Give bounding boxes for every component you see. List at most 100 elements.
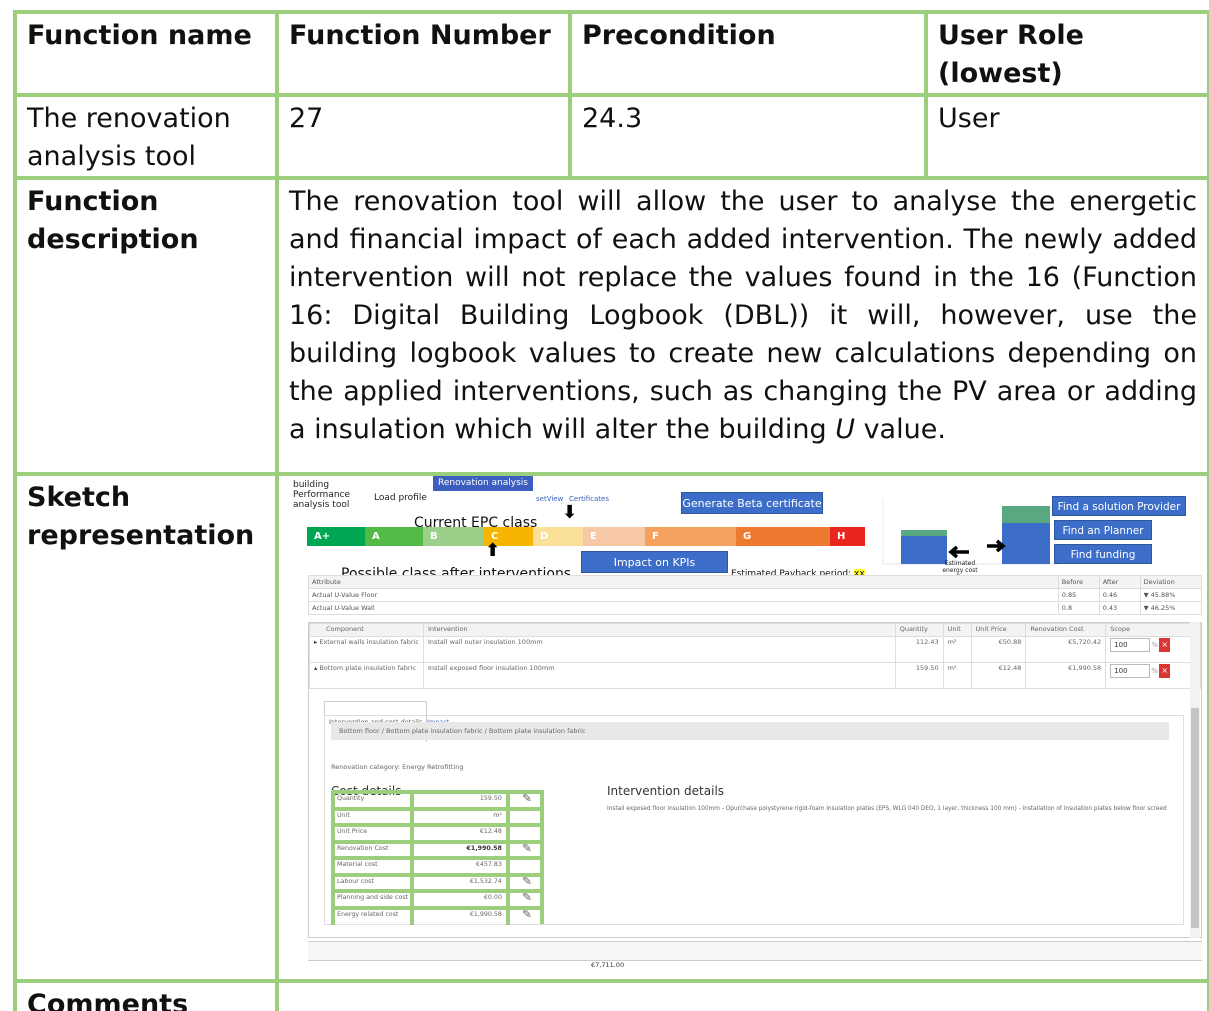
pencil-icon[interactable]: ✎ (505, 872, 544, 891)
scrollbar-thumb[interactable] (1191, 708, 1199, 928)
intervention-cell: Install wall outer insulation 100mm (422, 636, 896, 663)
component-header-cell: Unit (942, 623, 972, 637)
component-name: Bottom plate insulation fabric (319, 664, 416, 672)
cost-row: Renovation Cost €1,990.58 ✎ (331, 839, 544, 859)
scope-input[interactable]: 100 (1110, 638, 1151, 652)
table-row: Actual U-Value Wall 0.8 0.43 ▼ 46.25% (308, 601, 1203, 615)
tab-renovation-analysis[interactable]: Renovation analysis (433, 478, 533, 491)
description-text-end: value. (855, 414, 946, 445)
description-text-main: The renovation tool will allow the user … (289, 186, 1197, 445)
breadcrumb: Bottom floor / Bottom plate insulation f… (331, 722, 1169, 740)
component-header-cell: Quantity (894, 623, 944, 637)
cost-value: €0.00 (409, 889, 510, 908)
comments-label: Comments (13, 979, 279, 1011)
description-label: Function description (13, 176, 279, 476)
generate-beta-certificate-button[interactable]: Generate Beta certificate (681, 492, 823, 514)
epc-class-b: B (423, 527, 484, 546)
component-grid: Component Intervention Quantity Unit Unit Pr… (309, 623, 1201, 689)
footer-total: €7,711.00 (591, 961, 625, 969)
percent-icon: % (1151, 641, 1159, 649)
component-header-row: Component Intervention Quantity Unit Unit Pr… (309, 623, 1201, 637)
component-header-cell: Intervention (422, 623, 896, 637)
attribute-header-cell: Attribute (308, 575, 1059, 589)
component-cell: ▴ Bottom plate insulation fabric (309, 662, 424, 689)
table-cell: 0.46 (1098, 588, 1141, 602)
cost-label: Material cost (331, 856, 413, 875)
cost-row: Labour cost €1,532.74 ✎ (331, 872, 544, 892)
renovation-cost-cell: €1,990.58 (1025, 662, 1107, 689)
cost-details-table: Quantity 159.50 ✎ Unit m² Unit Price €12.48 Ren… (331, 790, 544, 925)
find-planner-button[interactable]: Find an Planner (1054, 520, 1152, 540)
precondition-value: 24.3 (568, 93, 928, 180)
cost-label: Labour cost (331, 872, 413, 892)
cost-label: Unit (331, 806, 413, 826)
component-header-cell: Renovation Cost (1025, 623, 1107, 637)
attribute-table: Attribute Before After Deviation Actual U-Va… (308, 575, 1203, 615)
tab-view[interactable]: setView (536, 480, 563, 518)
quantity-cell: 159.50 (894, 662, 944, 689)
cost-row: Quantity 159.50 ✎ (331, 790, 544, 809)
cost-value: €12.48 (409, 823, 510, 842)
cost-row: Energy related cost €1,990.58 ✎ (331, 905, 544, 925)
pencil-icon[interactable]: ✎ (505, 905, 544, 924)
attribute-header-row: Attribute Before After Deviation (308, 575, 1203, 589)
scope-cell: 100% × (1105, 636, 1201, 663)
attribute-header-cell: Before (1057, 575, 1100, 589)
cost-value: 159.50 (409, 790, 510, 809)
cost-row: Unit m² (331, 806, 544, 826)
table-row: Actual U-Value Floor 0.85 0.46 ▼ 45.88% (308, 588, 1203, 602)
blank-cell (505, 806, 544, 825)
arrow-down-icon: ⬇ (562, 502, 578, 523)
user-role-value: User (924, 93, 1209, 180)
unit-price-cell: €12.48 (970, 662, 1027, 689)
description-text: The renovation tool will allow the user … (275, 176, 1209, 476)
table-cell: ▼ 46.25% (1139, 601, 1203, 615)
cost-label: Unit Price (331, 823, 413, 842)
percent-icon: % (1151, 667, 1159, 675)
cost-value: €1,990.58 (409, 839, 510, 859)
scope-input[interactable]: 100 (1110, 664, 1151, 678)
delete-icon[interactable]: × (1159, 638, 1171, 652)
table-row[interactable]: ▸ External walls insulation fabric Instal… (309, 636, 1201, 663)
renovation-cost-cell: €5,720.42 (1025, 636, 1107, 663)
table-row[interactable]: ▴ Bottom plate insulation fabric Install … (309, 662, 1201, 689)
find-solution-provider-button[interactable]: Find a solution Provider (1052, 496, 1186, 516)
cost-row: Material cost €457.83 (331, 856, 544, 875)
grid-footer (308, 941, 1202, 961)
cost-label: Planning and side cost (331, 889, 413, 908)
attribute-header-cell: After (1098, 575, 1141, 589)
comments-value (275, 979, 1209, 1011)
sketch-label: Sketch representation (13, 472, 279, 983)
find-funding-button[interactable]: Find funding (1054, 544, 1152, 564)
pencil-icon[interactable]: ✎ (505, 889, 544, 908)
component-cell: ▸ External walls insulation fabric (309, 636, 424, 663)
header-user-role: User Role (lowest) (924, 10, 1209, 97)
function-spec-table: Function name Function Number Preconditi… (13, 10, 1209, 1011)
function-name-value: The renovation analysis tool (13, 93, 279, 180)
cost-row: Unit Price €12.48 (331, 823, 544, 842)
epc-class-g: G (736, 527, 830, 546)
epc-class-a: A (365, 527, 423, 546)
intervention-details-text: Install exposed floor insulation 100mm -… (607, 806, 1167, 812)
pencil-icon[interactable]: ✎ (505, 790, 544, 809)
component-header-cell: Scope (1105, 623, 1201, 637)
attribute-header-cell: Deviation (1139, 575, 1203, 589)
header-precondition: Precondition (568, 10, 928, 97)
cost-label: Renovation Cost (331, 839, 413, 859)
cost-row: Planning and side cost €0.00 ✎ (331, 889, 544, 908)
tab-building-performance[interactable]: building Performance analysis tool (293, 480, 371, 510)
epc-class-a-plus: A+ (307, 527, 365, 546)
delete-icon[interactable]: × (1159, 664, 1171, 678)
impact-on-kpis-button[interactable]: Impact on KPIs (581, 551, 728, 573)
chart-bar-before-top (901, 530, 947, 536)
epc-class-e: E (583, 527, 645, 546)
epc-class-f: F (645, 527, 736, 546)
cost-value: €1,532.74 (409, 872, 510, 892)
pencil-icon[interactable]: ✎ (505, 839, 544, 858)
function-number-value: 27 (275, 93, 572, 180)
scope-cell: 100% × (1105, 662, 1201, 689)
cost-label: Quantity (331, 790, 413, 809)
chart-bar-after-top (1002, 506, 1050, 523)
cost-label: Energy related cost (331, 905, 413, 925)
table-cell: Actual U-Value Floor (308, 588, 1059, 602)
